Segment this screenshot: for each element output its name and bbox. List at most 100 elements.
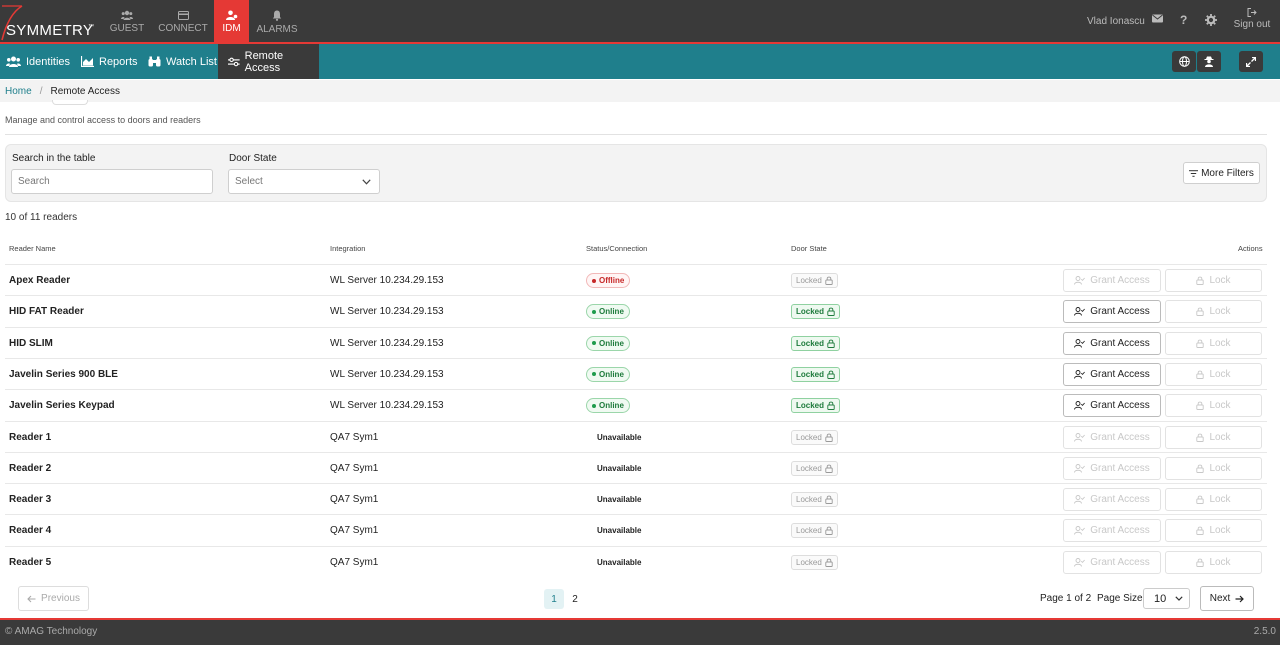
user-cog-icon xyxy=(225,10,237,20)
sign-out-button[interactable]: Sign out xyxy=(1232,8,1272,30)
nav-connect[interactable]: CONNECT xyxy=(156,0,210,44)
user-name[interactable]: Vlad Ionascu xyxy=(1087,16,1145,27)
door-state-select[interactable]: Select xyxy=(228,169,380,194)
mail-icon[interactable] xyxy=(1152,14,1163,23)
breadcrumb-home[interactable]: Home xyxy=(5,86,32,97)
reader-name[interactable]: Javelin Series 900 BLE xyxy=(9,359,118,390)
grant-access-button[interactable]: Grant Access xyxy=(1063,456,1161,480)
user-secret-icon xyxy=(1204,56,1214,67)
user-check-icon xyxy=(1074,338,1086,348)
lock-button[interactable]: Lock xyxy=(1165,425,1262,449)
door-state-text: Locked xyxy=(796,307,825,317)
reader-name[interactable]: Reader 4 xyxy=(9,515,51,546)
nav-guest[interactable]: GUEST xyxy=(100,0,154,44)
reader-name[interactable]: Reader 3 xyxy=(9,484,51,515)
lock-button[interactable]: Lock xyxy=(1165,550,1262,574)
grant-access-button[interactable]: Grant Access xyxy=(1063,300,1161,324)
lock-button[interactable]: Lock xyxy=(1165,456,1262,480)
door-state-badge: Locked xyxy=(791,398,841,414)
grant-access-label: Grant Access xyxy=(1090,431,1150,443)
header-actions: Actions xyxy=(1238,244,1263,253)
page-size-value: 10 xyxy=(1154,592,1167,605)
grant-access-button[interactable]: Grant Access xyxy=(1063,550,1161,574)
header-integration[interactable]: Integration xyxy=(330,244,365,253)
header-status[interactable]: Status/Connection xyxy=(586,244,647,253)
user-check-icon xyxy=(1074,401,1086,410)
search-label: Search in the table xyxy=(12,153,96,164)
lock-button[interactable]: Lock xyxy=(1165,488,1262,512)
subnav-identities[interactable]: Identities xyxy=(0,44,76,79)
help-icon[interactable]: ? xyxy=(1180,13,1187,27)
subnav-reports[interactable]: Reports xyxy=(75,44,144,79)
lock-icon xyxy=(1196,527,1205,536)
nav-alarms[interactable]: ALARMS xyxy=(250,0,304,44)
lock-label: Lock xyxy=(1209,525,1231,537)
door-state-text: Locked xyxy=(796,526,822,536)
page-size-select[interactable]: 10 xyxy=(1143,588,1190,609)
grant-access-button[interactable]: Grant Access xyxy=(1063,269,1161,292)
reader-name[interactable]: Reader 1 xyxy=(9,422,51,453)
integration: WL Server 10.234.29.153 xyxy=(330,306,444,318)
lock-button[interactable]: Lock xyxy=(1165,394,1262,418)
more-filters-label: More Filters xyxy=(1201,167,1254,179)
grant-access-button[interactable]: Grant Access xyxy=(1063,488,1161,512)
more-filters-button[interactable]: More Filters xyxy=(1183,162,1260,184)
grant-access-button[interactable]: Grant Access xyxy=(1063,362,1161,386)
sliders-icon xyxy=(228,57,240,66)
lock-icon xyxy=(1196,495,1205,505)
lock-icon xyxy=(1196,276,1205,285)
status-badge: Unavailable xyxy=(586,556,646,569)
grant-access-button[interactable]: Grant Access xyxy=(1063,519,1161,543)
subnav-remote-access[interactable]: Remote Access xyxy=(218,44,319,79)
reader-name[interactable]: Apex Reader xyxy=(9,265,70,296)
status-text: Offline xyxy=(599,276,625,285)
reader-name[interactable]: Reader 5 xyxy=(9,547,51,578)
status-cell: Unavailable xyxy=(586,422,646,453)
lock-icon xyxy=(827,307,835,317)
symmetry-logo[interactable]: SYMMETRY ™ xyxy=(0,0,102,44)
gear-icon[interactable] xyxy=(1205,14,1217,26)
nav-idm[interactable]: IDM xyxy=(214,0,249,44)
grant-access-label: Grant Access xyxy=(1090,368,1150,380)
header-door-state[interactable]: Door State xyxy=(791,244,827,253)
breadcrumb-separator: / xyxy=(39,85,43,97)
lock-button[interactable]: Lock xyxy=(1165,300,1262,324)
users-icon xyxy=(121,10,133,20)
reader-name[interactable]: HID FAT Reader xyxy=(9,296,84,327)
reader-name[interactable]: Reader 2 xyxy=(9,453,51,484)
reader-name[interactable]: HID SLIM xyxy=(9,328,53,359)
lock-button[interactable]: Lock xyxy=(1165,362,1262,386)
subnav-watch-list[interactable]: Watch List xyxy=(142,44,223,79)
nav-connect-label: CONNECT xyxy=(158,22,208,34)
reader-name[interactable]: Javelin Series Keypad xyxy=(9,390,115,421)
grant-access-button[interactable]: Grant Access xyxy=(1063,394,1161,418)
next-button[interactable]: Next xyxy=(1200,586,1254,611)
user-check-icon xyxy=(1074,463,1086,473)
status-text: Unavailable xyxy=(597,526,642,536)
divider xyxy=(5,134,1267,135)
lock-button[interactable]: Lock xyxy=(1165,331,1262,355)
globe-button[interactable] xyxy=(1172,51,1196,72)
user-secret-button[interactable] xyxy=(1197,51,1221,72)
grant-access-label: Grant Access xyxy=(1090,462,1150,474)
expand-button[interactable] xyxy=(1239,51,1263,72)
status-text: Online xyxy=(599,369,624,379)
integration: WL Server 10.234.29.153 xyxy=(330,275,444,286)
grant-access-label: Grant Access xyxy=(1090,306,1150,318)
grant-access-button[interactable]: Grant Access xyxy=(1063,425,1161,449)
lock-button[interactable]: Lock xyxy=(1165,269,1262,292)
user-check-icon xyxy=(1074,495,1086,504)
door-state-text: Locked xyxy=(796,338,825,348)
door-state-cell: Locked xyxy=(791,422,838,453)
door-state-cell: Locked xyxy=(791,547,838,578)
page-2-button[interactable]: 2 xyxy=(565,589,585,609)
search-input[interactable]: Search xyxy=(11,169,213,194)
page-1-button[interactable]: 1 xyxy=(544,589,564,609)
lock-button[interactable]: Lock xyxy=(1165,519,1262,543)
previous-button[interactable]: Previous xyxy=(18,586,89,611)
grant-access-button[interactable]: Grant Access xyxy=(1063,331,1161,355)
lock-icon xyxy=(825,433,833,442)
status-cell: Unavailable xyxy=(586,547,646,578)
header-reader-name[interactable]: Reader Name xyxy=(9,244,56,253)
door-state-badge: Locked xyxy=(791,554,838,570)
